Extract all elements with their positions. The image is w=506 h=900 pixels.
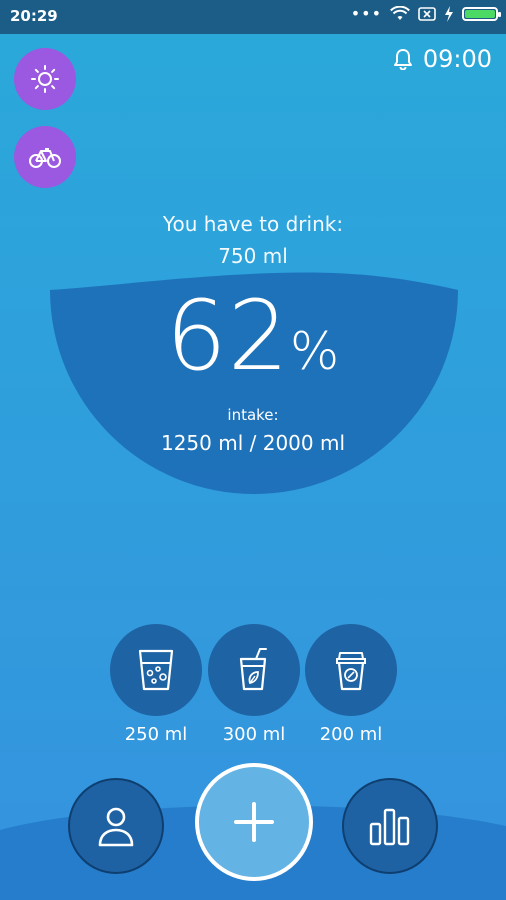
user-icon — [98, 807, 134, 847]
to-drink-value: 750 ml — [218, 244, 288, 268]
charging-icon — [445, 6, 453, 22]
quick-drink-coffee[interactable]: 200 ml — [305, 624, 397, 745]
intake-label: intake: — [227, 406, 279, 424]
reminder-alarm[interactable]: 09:00 — [393, 45, 492, 73]
sim-off-icon — [418, 7, 436, 21]
status-icons: ••• — [350, 4, 501, 23]
statistics-button[interactable] — [342, 778, 438, 874]
quick-drink-juice[interactable]: 300 ml — [208, 624, 300, 745]
alarm-time: 09:00 — [422, 45, 492, 73]
quick-drink-water[interactable]: 250 ml — [110, 624, 202, 745]
status-bar: 20:29 ••• — [0, 0, 506, 34]
status-time: 20:29 — [10, 7, 58, 25]
coffee-cup-icon — [336, 652, 366, 691]
activity-mode-button[interactable] — [14, 126, 76, 188]
bell-icon — [393, 49, 412, 70]
plus-icon — [234, 802, 274, 842]
bike-icon — [29, 148, 61, 168]
water-glass-icon — [138, 649, 174, 691]
wifi-icon — [390, 6, 410, 20]
sun-icon — [31, 65, 59, 93]
drink-amount: 200 ml — [319, 724, 383, 745]
intake-value: 1250 ml / 2000 ml — [160, 431, 346, 455]
battery-icon — [462, 7, 501, 21]
drink-amount: 250 ml — [124, 724, 188, 745]
drink-circle[interactable] — [305, 624, 397, 716]
drink-amount: 300 ml — [222, 724, 286, 745]
profile-button[interactable] — [68, 778, 164, 874]
weather-mode-button[interactable] — [14, 48, 76, 110]
add-drink-button[interactable] — [195, 763, 313, 881]
to-drink-label: You have to drink: — [162, 212, 344, 236]
more-dots-icon: ••• — [350, 4, 382, 23]
juice-cup-icon — [239, 648, 267, 691]
drink-circle[interactable] — [208, 624, 300, 716]
bar-chart-icon — [369, 808, 410, 846]
progress-percent: 62% — [0, 280, 506, 392]
percent-sign: % — [289, 322, 341, 382]
drink-circle[interactable] — [110, 624, 202, 716]
percent-value: 62 — [165, 280, 290, 392]
